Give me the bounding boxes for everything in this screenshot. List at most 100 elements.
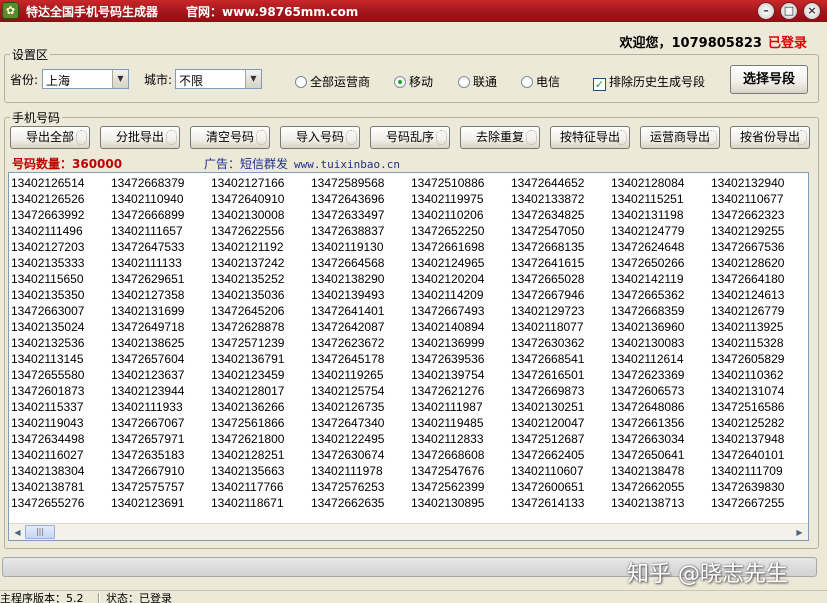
phone-number[interactable]: 13402135252 [211, 272, 311, 288]
phone-number[interactable]: 13402126779 [711, 304, 809, 320]
phone-number[interactable]: 13472621276 [411, 384, 511, 400]
phone-number[interactable]: 13402111657 [111, 224, 211, 240]
phone-number[interactable]: 13402120204 [411, 272, 511, 288]
phone-number[interactable]: 13402136266 [211, 400, 311, 416]
phone-number[interactable]: 13472652250 [411, 224, 511, 240]
phone-number[interactable]: 13472663992 [11, 208, 111, 224]
phone-number[interactable]: 13402124965 [411, 256, 511, 272]
phone-number[interactable]: 13472649718 [111, 320, 211, 336]
dedupe-button[interactable]: 去除重复 [460, 126, 540, 149]
phone-number[interactable]: 13472662323 [711, 208, 809, 224]
phone-number[interactable]: 13472512687 [511, 432, 611, 448]
select-segment-button[interactable]: 选择号段 [730, 65, 808, 94]
phone-number[interactable]: 13402136791 [211, 352, 311, 368]
phone-number[interactable]: 13472639536 [411, 352, 511, 368]
phone-number[interactable]: 13402115337 [11, 400, 111, 416]
phone-number[interactable]: 13472642087 [311, 320, 411, 336]
checkmark-icon[interactable]: ✓ [593, 78, 606, 91]
phone-number[interactable]: 13402138781 [11, 480, 111, 496]
phone-number[interactable]: 13472661356 [611, 416, 711, 432]
phone-number[interactable]: 13402111133 [111, 256, 211, 272]
carrier-radio-unicom[interactable]: 联通 [458, 73, 497, 90]
phone-number[interactable]: 13472650266 [611, 256, 711, 272]
phone-number[interactable]: 13472606573 [611, 384, 711, 400]
phone-number[interactable]: 13472644652 [511, 176, 611, 192]
phone-number[interactable]: 13472665028 [511, 272, 611, 288]
phone-number[interactable]: 13402128084 [611, 176, 711, 192]
phone-number[interactable]: 13472640910 [211, 192, 311, 208]
phone-number[interactable]: 13472600651 [511, 480, 611, 496]
phone-number[interactable]: 13472655276 [11, 496, 111, 512]
phone-number[interactable]: 13472629651 [111, 272, 211, 288]
phone-number[interactable]: 13472576253 [311, 480, 411, 496]
phone-number[interactable]: 13402128620 [711, 256, 809, 272]
phone-number[interactable]: 13472664568 [311, 256, 411, 272]
phone-number[interactable]: 13402135036 [211, 288, 311, 304]
phone-number[interactable]: 13472647533 [111, 240, 211, 256]
phone-number[interactable]: 13402115650 [11, 272, 111, 288]
phone-number[interactable]: 13472510886 [411, 176, 511, 192]
phone-number[interactable]: 13402129255 [711, 224, 809, 240]
phone-number[interactable]: 13472657604 [111, 352, 211, 368]
phone-number[interactable]: 13472657971 [111, 432, 211, 448]
export-by-feature-button[interactable]: 按特征导出 [550, 126, 630, 149]
phone-number[interactable]: 13402123637 [111, 368, 211, 384]
phone-number[interactable]: 13402139754 [411, 368, 511, 384]
phone-number[interactable]: 13402138478 [611, 464, 711, 480]
phone-number[interactable]: 13472668359 [611, 304, 711, 320]
phone-number[interactable]: 13402110677 [711, 192, 809, 208]
phone-number[interactable]: 13472655580 [11, 368, 111, 384]
phone-number[interactable]: 13402110940 [111, 192, 211, 208]
phone-number[interactable]: 13402138713 [611, 496, 711, 512]
phone-number[interactable]: 13472614133 [511, 496, 611, 512]
phone-number[interactable]: 13402119975 [411, 192, 511, 208]
phone-number[interactable]: 13402116027 [11, 448, 111, 464]
scroll-left-icon[interactable]: ◀ [10, 525, 25, 540]
radio-selected-icon[interactable] [394, 76, 406, 88]
phone-number[interactable]: 13472667946 [511, 288, 611, 304]
phone-number[interactable]: 13402114209 [411, 288, 511, 304]
phone-number[interactable]: 13402115251 [611, 192, 711, 208]
phone-number[interactable]: 13402124779 [611, 224, 711, 240]
phone-number[interactable]: 13472648086 [611, 400, 711, 416]
phone-number[interactable]: 13402115328 [711, 336, 809, 352]
phone-number[interactable]: 13402127203 [11, 240, 111, 256]
phone-number[interactable]: 13472641615 [511, 256, 611, 272]
phone-number[interactable]: 13472638837 [311, 224, 411, 240]
phone-number[interactable]: 13402128017 [211, 384, 311, 400]
export-by-carrier-button[interactable]: 运营商导出 [640, 126, 720, 149]
phone-number[interactable]: 13402122495 [311, 432, 411, 448]
phone-number[interactable]: 13472575757 [111, 480, 211, 496]
phone-number[interactable]: 13472630674 [311, 448, 411, 464]
phone-number[interactable]: 13472634825 [511, 208, 611, 224]
clear-numbers-button[interactable]: 清空号码 [190, 126, 270, 149]
phone-number[interactable]: 13472665362 [611, 288, 711, 304]
phone-number[interactable]: 13402111709 [711, 464, 809, 480]
phone-number[interactable]: 13402131074 [711, 384, 809, 400]
phone-number[interactable]: 13472661698 [411, 240, 511, 256]
phone-number[interactable]: 13472547050 [511, 224, 611, 240]
phone-number[interactable]: 13402140894 [411, 320, 511, 336]
phone-number[interactable]: 13402110362 [711, 368, 809, 384]
phone-number[interactable]: 13402133872 [511, 192, 611, 208]
phone-number[interactable]: 13472668135 [511, 240, 611, 256]
phone-number[interactable]: 13472633497 [311, 208, 411, 224]
phone-number[interactable]: 13472623369 [611, 368, 711, 384]
radio-icon[interactable] [458, 76, 470, 88]
phone-number[interactable]: 13402137948 [711, 432, 809, 448]
province-select[interactable]: 上海 ▼ [42, 69, 129, 89]
carrier-radio-telecom[interactable]: 电信 [521, 73, 560, 90]
phone-number[interactable]: 13402110206 [411, 208, 511, 224]
phone-number[interactable]: 13472666899 [111, 208, 211, 224]
phone-number[interactable]: 13472562399 [411, 480, 511, 496]
batch-export-button[interactable]: 分批导出 [100, 126, 180, 149]
phone-number[interactable]: 13402120047 [511, 416, 611, 432]
close-button[interactable]: × [803, 2, 821, 20]
phone-number[interactable]: 13402128251 [211, 448, 311, 464]
phone-number[interactable]: 13472662055 [611, 480, 711, 496]
phone-number[interactable]: 13402117766 [211, 480, 311, 496]
phone-number[interactable]: 13472589568 [311, 176, 411, 192]
phone-number[interactable]: 13472667536 [711, 240, 809, 256]
scroll-right-icon[interactable]: ▶ [792, 525, 807, 540]
ad-link[interactable]: www.tuixinbao.cn [294, 158, 400, 171]
